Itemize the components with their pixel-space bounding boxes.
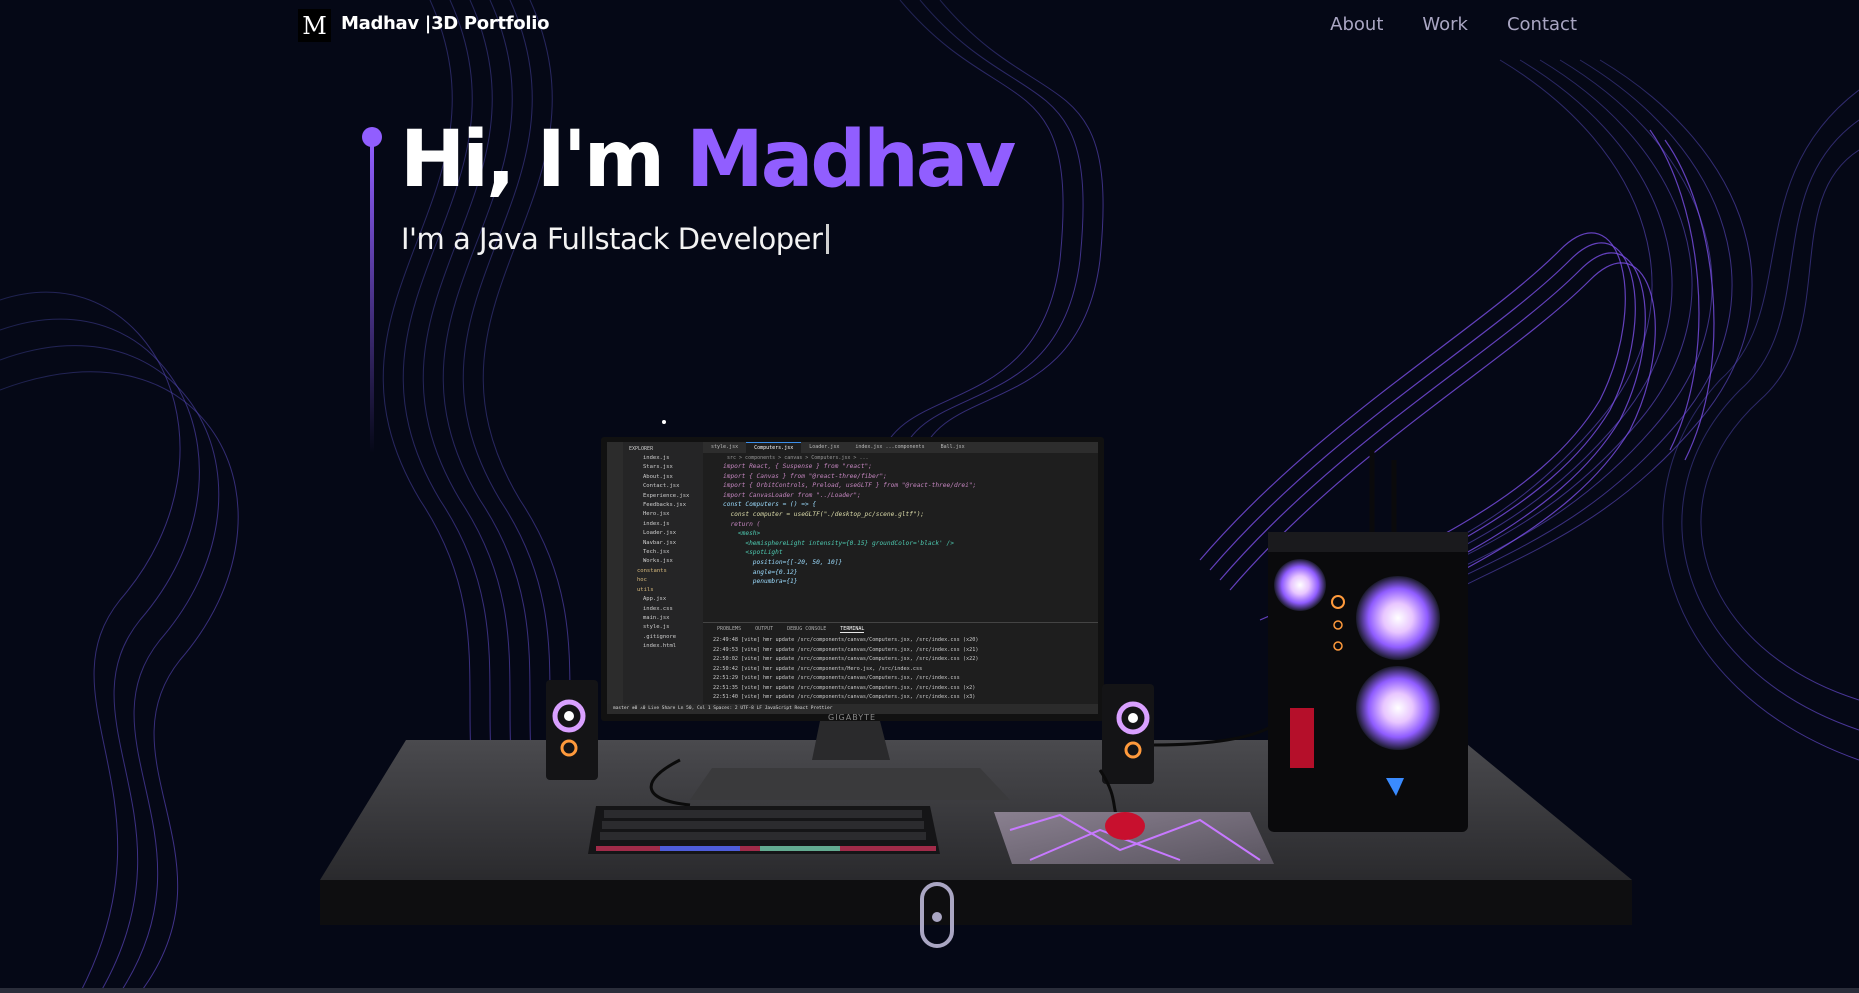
file-item: Tech.jsx (643, 549, 670, 556)
file-item: Feedbacks.jsx (643, 502, 687, 509)
terminal-output: 22:49:48 [vite] hmr update /src/componen… (703, 636, 1098, 703)
monitor-stand (812, 721, 890, 760)
code-line: const computer = useGLTF("./desktop_pc/s… (723, 510, 925, 518)
file-item: Stars.jsx (643, 464, 673, 471)
editor-tabs: style.jsx Computers.jsx Loader.jsx index… (703, 442, 1098, 453)
editor-explorer: EXPLORER index.js Stars.jsx About.jsx Co… (623, 442, 703, 704)
terminal-line: 22:50:42 [vite] hmr update /src/componen… (713, 665, 923, 672)
editor-tab-active: Computers.jsx (746, 442, 802, 453)
hero-accent-line (362, 127, 382, 457)
code-line: import { Canvas } from "@react-three/fib… (723, 472, 887, 480)
terminal-line: 22:51:40 [vite] hmr update /src/componen… (713, 694, 976, 700)
code-line: import React, { Suspense } from "react"; (723, 463, 873, 470)
folder-item: constants (637, 567, 667, 574)
file-item: Works.jsx (643, 558, 673, 565)
code-line: <spotLight (723, 549, 783, 557)
panel-tab: DEBUG CONSOLE (787, 626, 827, 632)
file-item: index.js (643, 520, 670, 527)
nav-link-about[interactable]: About (1330, 14, 1383, 35)
code-line: <mesh> (723, 530, 761, 538)
terminal-line: 22:51:29 [vite] hmr update /src/componen… (713, 675, 960, 681)
typing-cursor (826, 224, 830, 254)
file-item: App.jsx (643, 596, 667, 603)
editor-tab: index.jsx ...components (855, 444, 925, 450)
keyboard-keys (600, 810, 926, 840)
terminal-panel: PROBLEMS OUTPUT DEBUG CONSOLE TERMINAL 2… (703, 622, 1098, 704)
logo-m-icon[interactable]: M (298, 9, 331, 42)
file-item: About.jsx (643, 473, 673, 480)
file-item: style.js (643, 624, 670, 631)
hero-subtitle-text: I'm a Java Fullstack Developer (401, 222, 823, 256)
code-area: import React, { Suspense } from "react";… (723, 462, 1093, 634)
panel-tab: OUTPUT (755, 626, 774, 632)
hero-subtitle: I'm a Java Fullstack Developer (401, 222, 830, 256)
hero-greeting: Hi, I'm (400, 115, 687, 205)
bottom-scrollbar (0, 988, 1859, 993)
folder-item: utils (637, 586, 654, 593)
code-line: <hemisphereLight intensity={0.15} ground… (723, 539, 954, 547)
panel-tabs: PROBLEMS OUTPUT DEBUG CONSOLE TERMINAL (703, 623, 1098, 636)
editor-activity-bar (607, 442, 623, 714)
terminal-line: 22:50:02 [vite] hmr update /src/componen… (713, 656, 979, 662)
desk-front (320, 880, 1632, 925)
hero-title: Hi, I'm Madhav (400, 115, 1016, 205)
file-item: index.js (643, 455, 670, 461)
hero-name: Madhav (686, 115, 1016, 205)
right-speaker (1102, 684, 1154, 784)
explorer-header: EXPLORER (629, 446, 654, 452)
file-item: main.jsx (643, 614, 670, 621)
navbar: M Madhav |3D Portfolio About Work Contac… (0, 0, 1859, 54)
file-item: Navbar.jsx (643, 539, 677, 546)
file-item: Contact.jsx (643, 483, 680, 490)
terminal-line: 22:49:48 [vite] hmr update /src/componen… (713, 637, 979, 643)
code-line: const Computers = () => { (723, 501, 817, 509)
code-line: import CanvasLoader from "../Loader"; (723, 491, 861, 499)
brand-title[interactable]: Madhav |3D Portfolio (341, 13, 549, 34)
scroll-mouse-icon[interactable] (920, 882, 954, 948)
scroll-dot (932, 912, 942, 922)
editor-tab: style.jsx (711, 444, 739, 450)
file-item: Experience.jsx (643, 492, 690, 499)
editor-tab: Ball.jsx (940, 444, 965, 450)
file-item: index.html (643, 643, 677, 650)
mouse (1105, 812, 1145, 840)
folder-item: hoc (637, 577, 647, 584)
code-line: position={[-20, 50, 10]} (723, 558, 843, 566)
monitor-screen: EXPLORER index.js Stars.jsx About.jsx Co… (607, 442, 1098, 714)
terminal-line: 22:49:53 [vite] hmr update /src/componen… (713, 646, 979, 653)
panel-tab-active: TERMINAL (840, 626, 865, 633)
code-line: return ( (723, 520, 761, 528)
nav-links: About Work Contact (1330, 14, 1577, 35)
pc-fan-top (1356, 576, 1440, 660)
terminal-line: 22:51:35 [vite] hmr update /src/componen… (713, 684, 976, 691)
panel-tab: PROBLEMS (717, 626, 742, 632)
pc-fan-bottom (1356, 666, 1440, 750)
file-item: .gitignore (643, 633, 677, 640)
nav-link-contact[interactable]: Contact (1507, 14, 1577, 35)
monitor-base (690, 768, 1010, 800)
code-line: import { OrbitControls, Preload, useGLTF… (723, 482, 977, 490)
file-item: Loader.jsx (643, 530, 677, 537)
editor-tab: Loader.jsx (809, 444, 840, 450)
file-item: Hero.jsx (643, 511, 670, 518)
nav-link-work[interactable]: Work (1422, 14, 1468, 35)
editor-breadcrumb: src > components > canvas > Computers.js… (727, 455, 869, 461)
monitor-brand-label: GIGABYTE (828, 713, 877, 722)
file-item: index.css (643, 605, 673, 612)
hero-accent-bar (370, 143, 374, 453)
code-line: penumbra={1} (723, 578, 798, 586)
code-line: angle={0.12} (723, 568, 798, 576)
